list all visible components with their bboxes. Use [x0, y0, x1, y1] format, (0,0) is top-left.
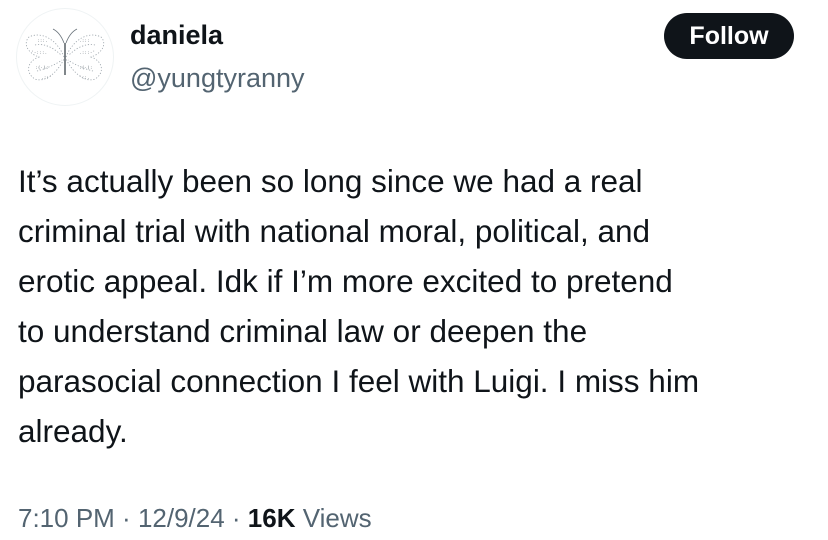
tweet-text-line: parasocial connection I feel with Luigi.… — [18, 363, 700, 399]
svg-text::(·):: :(·): — [79, 65, 93, 71]
svg-text:.:::: .::: — [79, 39, 90, 44]
butterfly-text-art-icon: :::. .::: '-:::. .:::-' :(·): :(·): .::'… — [25, 28, 105, 81]
tweet-meta: 7:10 PM · 12/9/24 · 16K Views — [18, 500, 372, 536]
svg-text:.::': .::' — [41, 75, 52, 81]
tweet-text-line: to understand criminal law or deepen the — [18, 313, 588, 349]
svg-text::::.: :::. — [37, 39, 48, 44]
tweet-text-line: criminal trial with national moral, poli… — [18, 213, 651, 249]
svg-text::(·):: :(·): — [35, 65, 49, 71]
svg-text:'::.: '::. — [79, 75, 90, 81]
tweet-text-line: erotic appeal. Idk if I’m more excited t… — [18, 263, 673, 299]
views-count[interactable]: 16K — [248, 503, 296, 533]
tweet-time[interactable]: 7:10 PM — [18, 503, 115, 533]
svg-text:.:::-': .:::-' — [79, 50, 95, 56]
follow-button[interactable]: Follow — [664, 13, 794, 59]
avatar[interactable]: :::. .::: '-:::. .:::-' :(·): :(·): .::'… — [16, 8, 114, 106]
meta-separator: · — [224, 503, 248, 533]
tweet-text-line: It’s actually been so long since we had … — [18, 163, 643, 199]
tweet-date[interactable]: 12/9/24 — [138, 503, 225, 533]
svg-text:'-:::.: '-:::. — [31, 50, 47, 56]
tweet-text-line: already. — [18, 413, 128, 449]
meta-separator: · — [114, 503, 138, 533]
display-name[interactable]: daniela — [130, 17, 223, 53]
views-label: Views — [295, 503, 372, 533]
user-handle[interactable]: @yungtyranny — [130, 60, 305, 96]
tweet-text: It’s actually been so long since we had … — [18, 156, 818, 456]
